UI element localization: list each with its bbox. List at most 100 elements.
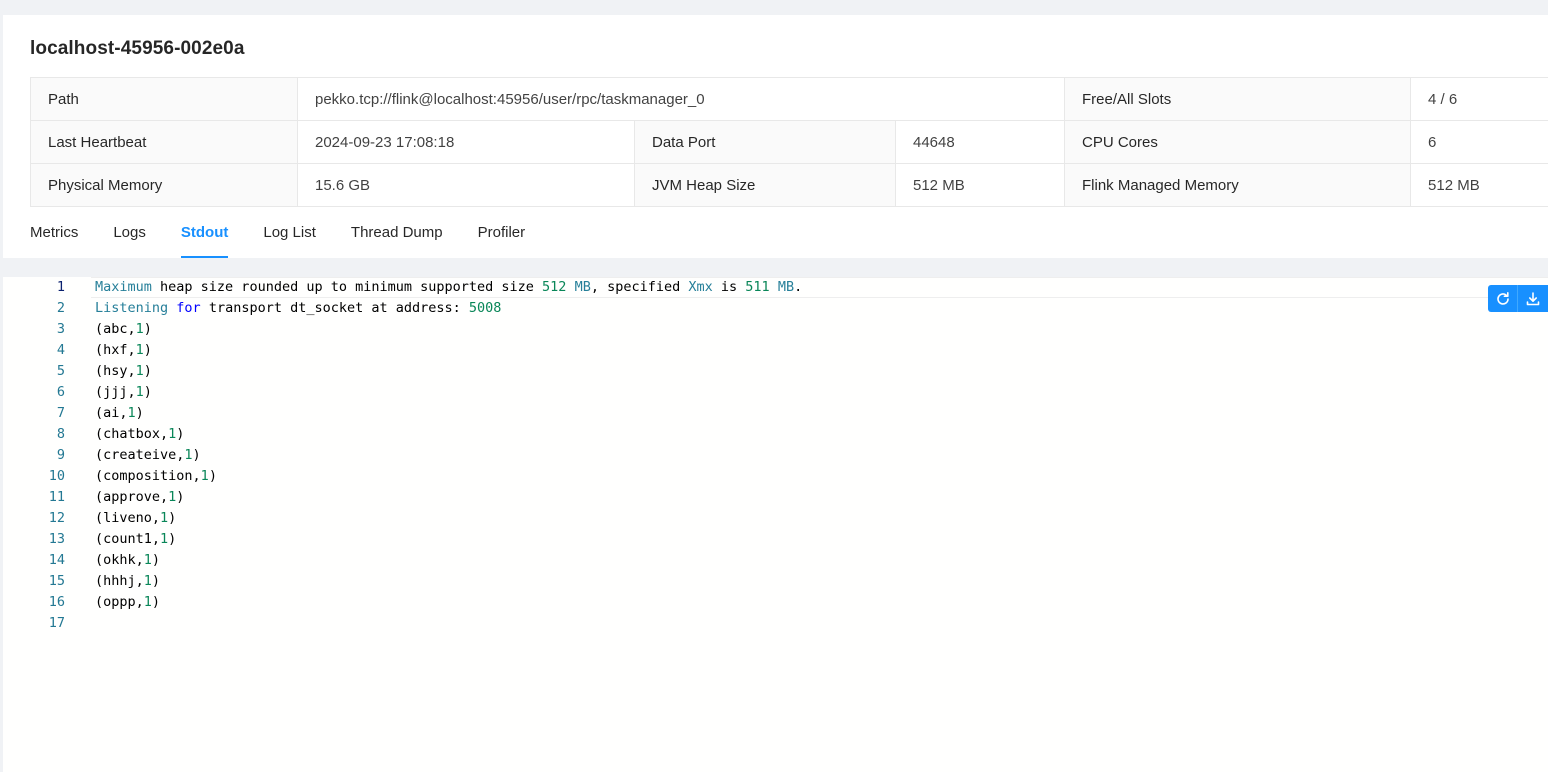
code-token: ) xyxy=(208,468,217,484)
code-token: 1 xyxy=(184,447,193,463)
code-token: (count1, xyxy=(95,531,161,547)
code-line: Listening for transport dt_socket at add… xyxy=(95,298,802,319)
details-row-memory: Physical Memory 15.6 GB JVM Heap Size 51… xyxy=(30,163,1548,207)
details-row-heartbeat: Last Heartbeat 2024-09-23 17:08:18 Data … xyxy=(30,120,1548,164)
line-number: 1 xyxy=(56,279,65,295)
tab-metrics[interactable]: Metrics xyxy=(30,222,78,258)
code-token: ) xyxy=(143,321,152,337)
code-token: MB xyxy=(777,279,795,295)
slots-value: 4 / 6 xyxy=(1410,77,1548,121)
code-token: (ai, xyxy=(95,405,128,421)
code-token: for xyxy=(176,300,201,316)
tab-thread-dump[interactable]: Thread Dump xyxy=(351,222,443,258)
line-number: 3 xyxy=(56,321,65,337)
code-token: 1 xyxy=(200,468,209,484)
code-line: Maximum heap size rounded up to minimum … xyxy=(95,277,802,298)
code-token: 512 xyxy=(542,279,567,295)
code-token: 1 xyxy=(160,510,169,526)
code-line: (approve,1) xyxy=(95,487,802,508)
code-token: ) xyxy=(176,426,185,442)
code-token: (hhhj, xyxy=(95,573,144,589)
code-token: (jjj, xyxy=(95,384,136,400)
line-number: 15 xyxy=(48,573,65,589)
line-number: 5 xyxy=(56,363,65,379)
code-token: ) xyxy=(151,552,161,568)
line-number: 13 xyxy=(48,531,65,547)
code-token: (abc, xyxy=(95,321,136,337)
physical-memory-label: Physical Memory xyxy=(30,163,298,207)
code-line: (hhhj,1) xyxy=(95,571,802,592)
code-token: transport dt_socket at address: xyxy=(200,300,469,316)
download-button[interactable] xyxy=(1518,285,1548,312)
taskmanager-tabs: Metrics Logs Stdout Log List Thread Dump… xyxy=(30,222,560,258)
code-token: (approve, xyxy=(95,489,169,505)
taskmanager-header-card: localhost-45956-002e0a Path pekko.tcp://… xyxy=(3,15,1548,258)
code-token: Listening xyxy=(95,300,169,316)
tab-stdout[interactable]: Stdout xyxy=(180,222,229,258)
line-number: 4 xyxy=(56,342,65,358)
code-line: (composition,1) xyxy=(95,466,802,487)
code-token: 5008 xyxy=(468,300,502,316)
stdout-editor[interactable]: 1 2 3 4 5 6 7 8 9 10 11 12 13 14 15 16 17 Maximum heap s… xyxy=(3,277,1548,772)
code-token: (hxf, xyxy=(95,342,136,358)
code-token: ) xyxy=(143,342,152,358)
line-number: 2 xyxy=(56,300,65,316)
tab-logs[interactable]: Logs xyxy=(113,222,146,258)
cpu-cores-value: 6 xyxy=(1410,120,1548,164)
code-line: (abc,1) xyxy=(95,319,802,340)
code-token: (composition, xyxy=(95,468,201,484)
physical-memory-value: 15.6 GB xyxy=(297,163,635,207)
tab-profiler[interactable]: Profiler xyxy=(478,222,526,258)
data-port-value: 44648 xyxy=(894,120,1066,164)
code-token: ) xyxy=(143,363,152,379)
jvm-heap-label: JVM Heap Size xyxy=(634,163,896,207)
code-token: (liveno, xyxy=(95,510,161,526)
code-token: ) xyxy=(168,531,177,547)
line-number: 17 xyxy=(48,615,65,631)
code-token: 1 xyxy=(135,342,144,358)
cpu-cores-label: CPU Cores xyxy=(1064,120,1412,164)
taskmanager-details-table: Path pekko.tcp://flink@localhost:45956/u… xyxy=(30,77,1548,207)
code-line: (jjj,1) xyxy=(95,382,802,403)
line-number: 8 xyxy=(56,426,65,442)
stdout-code[interactable]: Maximum heap size rounded up to minimum … xyxy=(95,277,802,634)
code-token: (okhk, xyxy=(95,552,144,568)
code-line: (liveno,1) xyxy=(95,508,802,529)
code-token: 1 xyxy=(127,405,136,421)
line-number: 7 xyxy=(56,405,65,421)
line-number: 14 xyxy=(48,552,65,568)
managed-memory-label: Flink Managed Memory xyxy=(1064,163,1412,207)
line-number: 6 xyxy=(56,384,65,400)
tab-log-list[interactable]: Log List xyxy=(263,222,316,258)
code-line: (hxf,1) xyxy=(95,340,802,361)
line-number: 12 xyxy=(48,510,65,526)
download-icon xyxy=(1526,291,1540,305)
code-token: 1 xyxy=(143,552,152,568)
code-token: 1 xyxy=(143,594,152,610)
code-line: (hsy,1) xyxy=(95,361,802,382)
code-token: ) xyxy=(135,405,144,421)
code-line: (count1,1) xyxy=(95,529,802,550)
data-port-label: Data Port xyxy=(634,120,896,164)
code-token: is xyxy=(712,279,746,295)
code-token: (oppp, xyxy=(95,594,144,610)
code-token: ) xyxy=(176,489,185,505)
code-token: ) xyxy=(151,573,161,589)
path-value: pekko.tcp://flink@localhost:45956/user/r… xyxy=(296,77,1066,121)
code-token: (hsy, xyxy=(95,363,136,379)
code-token: 1 xyxy=(135,321,144,337)
line-number: 9 xyxy=(56,447,65,463)
line-number: 10 xyxy=(48,468,65,484)
path-label: Path xyxy=(30,77,298,121)
code-line: (createive,1) xyxy=(95,445,802,466)
reload-icon xyxy=(1496,291,1509,305)
reload-button[interactable] xyxy=(1488,285,1518,312)
heartbeat-value: 2024-09-23 17:08:18 xyxy=(297,120,635,164)
code-token: 1 xyxy=(135,384,144,400)
code-token: 1 xyxy=(143,573,152,589)
code-token: ) xyxy=(143,384,152,400)
code-line: (ai,1) xyxy=(95,403,802,424)
